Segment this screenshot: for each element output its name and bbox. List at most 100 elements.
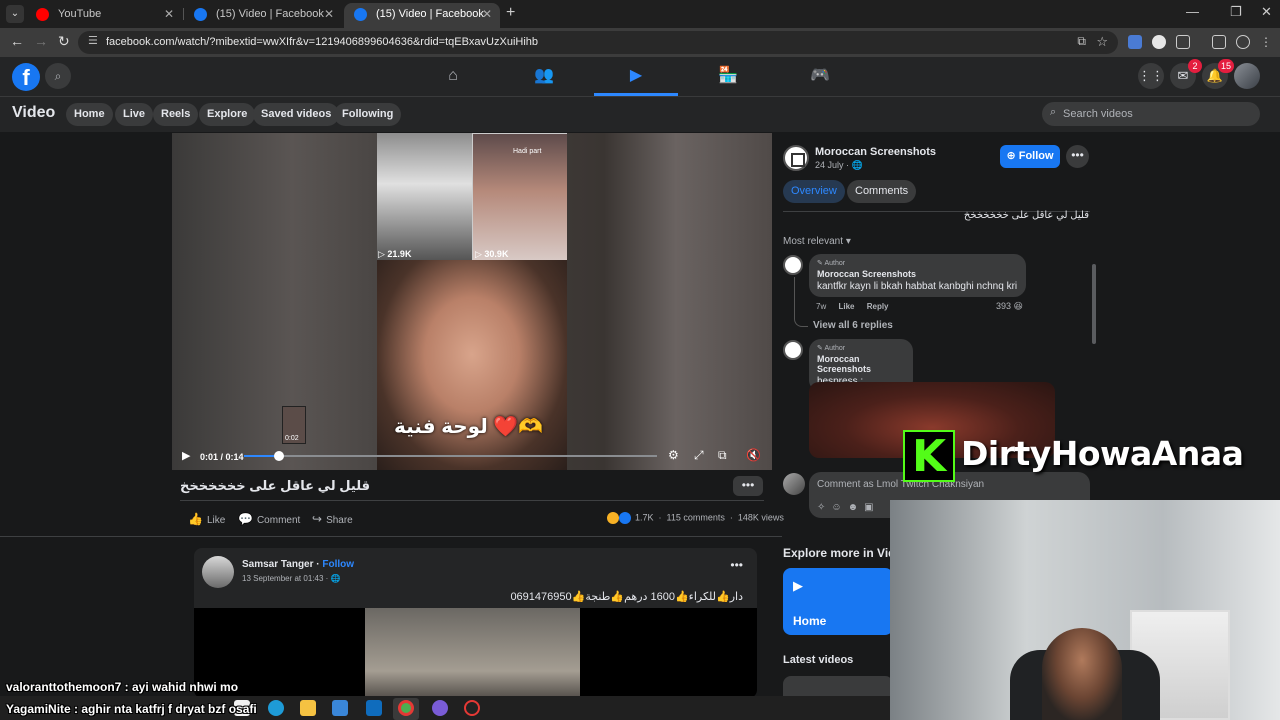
- chrome-icon[interactable]: [398, 700, 414, 716]
- forward-icon[interactable]: →: [34, 33, 48, 49]
- mute-icon[interactable]: 🔇: [746, 448, 761, 462]
- comment-like-button[interactable]: Like: [838, 302, 854, 311]
- close-tab-icon[interactable]: ✕: [482, 3, 492, 25]
- new-tab-button[interactable]: +: [506, 4, 515, 22]
- page-more-button[interactable]: •••: [1066, 145, 1089, 168]
- comment-author[interactable]: Moroccan Screenshots: [817, 354, 905, 374]
- minimize-icon[interactable]: —: [1186, 4, 1199, 19]
- app-icon[interactable]: [432, 700, 448, 716]
- site-info-icon[interactable]: ☰: [88, 34, 98, 47]
- edge-icon[interactable]: [268, 700, 284, 716]
- page-name[interactable]: Moroccan Screenshots: [815, 146, 936, 158]
- view-replies-link[interactable]: View all 6 replies: [813, 320, 893, 331]
- picture-in-picture-icon[interactable]: ⧉: [718, 448, 727, 463]
- bookmark-star-icon[interactable]: ☆: [1096, 34, 1108, 50]
- follow-button[interactable]: ⊕ Follow: [1000, 145, 1060, 168]
- close-window-icon[interactable]: ✕: [1261, 4, 1272, 20]
- back-icon[interactable]: ←: [10, 33, 24, 49]
- close-tab-icon[interactable]: ✕: [324, 3, 334, 25]
- file-explorer-icon[interactable]: [300, 700, 316, 716]
- restore-icon[interactable]: ❐: [1230, 4, 1242, 20]
- facebook-header: f ⌕ ⌂ 👥 ▶ 🏪 🎮 ⋮⋮ ✉ 2 🔔 15: [0, 57, 1280, 97]
- tile-views-2: ▷ 30.9K: [475, 249, 509, 259]
- post-avatar[interactable]: [202, 556, 234, 588]
- video-icon[interactable]: ▶: [594, 57, 678, 96]
- like-button[interactable]: 👍 Like: [188, 512, 225, 526]
- views-count: 148K views: [737, 512, 784, 523]
- reply-thread-line: [794, 277, 808, 327]
- obs-icon[interactable]: [464, 700, 480, 716]
- search-icon[interactable]: ⌕: [45, 63, 71, 89]
- webcam-overlay: [890, 500, 1280, 720]
- profile-icon[interactable]: [1236, 35, 1250, 49]
- extension-icon[interactable]: [1152, 35, 1166, 49]
- gaming-icon[interactable]: 🎮: [778, 57, 862, 96]
- explore-home-card[interactable]: ▶ Home: [783, 568, 893, 635]
- pill-saved-videos[interactable]: Saved videos: [253, 103, 340, 126]
- author-badge: ✎ Author: [817, 260, 846, 267]
- friends-icon[interactable]: 👥: [502, 57, 586, 96]
- browser-menu-icon[interactable]: ⋮: [1260, 35, 1274, 49]
- outlook-icon[interactable]: [366, 700, 382, 716]
- pill-home[interactable]: Home: [66, 103, 113, 126]
- messenger-icon[interactable]: ✉ 2: [1170, 59, 1202, 89]
- browser-tab-youtube[interactable]: YouTube ✕: [26, 3, 182, 28]
- pill-following[interactable]: Following: [334, 103, 402, 126]
- comments-count[interactable]: 115 comments: [667, 512, 725, 522]
- comment-avatar[interactable]: [783, 255, 803, 275]
- latest-video-thumb[interactable]: [783, 676, 893, 696]
- search-videos-input[interactable]: ⌕ Search videos: [1042, 102, 1260, 126]
- fullscreen-icon[interactable]: ⤢: [694, 448, 704, 463]
- chat-message: valoranttothemoon7 : ayi wahid nhwi mo: [6, 680, 239, 694]
- reload-icon[interactable]: ↻: [58, 33, 70, 50]
- post-author[interactable]: Samsar Tanger · Follow: [242, 559, 354, 570]
- progress-bar[interactable]: [244, 451, 657, 461]
- browser-tab-facebook[interactable]: (15) Video | Facebook ✕: [184, 3, 342, 28]
- messenger-badge: 2: [1188, 59, 1202, 73]
- extensions-puzzle-icon[interactable]: [1176, 35, 1190, 49]
- store-icon[interactable]: [332, 700, 348, 716]
- video-more-button[interactable]: •••: [733, 476, 763, 496]
- comment-author[interactable]: Moroccan Screenshots: [817, 269, 1018, 279]
- globe-icon: 🌐: [851, 160, 863, 170]
- post-video[interactable]: [194, 608, 757, 698]
- video-player[interactable]: Hadi part ▷ 21.9K ▷ 30.9K لوحة فنية ❤️🫶 …: [172, 133, 772, 470]
- pill-reels[interactable]: Reels: [153, 103, 199, 126]
- search-icon: ⌕: [1050, 106, 1057, 118]
- sort-dropdown[interactable]: Most relevant ▾: [783, 236, 851, 247]
- reactions-count[interactable]: 1.7K: [635, 512, 654, 522]
- tab-overview[interactable]: Overview: [783, 180, 845, 203]
- share-button[interactable]: ↪ Share: [312, 512, 353, 526]
- menu-grid-icon[interactable]: ⋮⋮: [1138, 63, 1164, 89]
- play-icon[interactable]: ▶: [182, 449, 190, 462]
- pill-explore[interactable]: Explore: [199, 103, 256, 126]
- comments-scrollbar[interactable]: [1092, 264, 1096, 344]
- progress-knob[interactable]: [274, 451, 285, 461]
- comment-button[interactable]: 💬 Comment: [238, 512, 300, 526]
- close-tab-icon[interactable]: ✕: [164, 3, 174, 25]
- tab-search-button[interactable]: ⌄: [6, 5, 24, 23]
- translate-extension-icon[interactable]: [1128, 35, 1142, 49]
- account-avatar[interactable]: [1234, 63, 1260, 89]
- browser-tab-facebook-active[interactable]: (15) Video | Facebook ✕: [344, 3, 500, 28]
- post-more-button[interactable]: •••: [730, 558, 743, 572]
- home-icon[interactable]: ⌂: [411, 57, 495, 96]
- globe-icon: 🌐: [330, 574, 341, 583]
- reading-list-icon[interactable]: [1212, 35, 1226, 49]
- post-follow-link[interactable]: Follow: [322, 559, 354, 570]
- settings-icon[interactable]: ⚙: [668, 448, 679, 462]
- tab-comments[interactable]: Comments: [847, 180, 917, 203]
- comment-avatar[interactable]: [783, 340, 803, 360]
- facebook-icon: [354, 8, 367, 21]
- facebook-logo[interactable]: f: [12, 63, 40, 91]
- comment-bubble: ✎ Author Moroccan Screenshots kantfkr ka…: [809, 254, 1026, 297]
- marketplace-icon[interactable]: 🏪: [686, 57, 770, 96]
- address-bar[interactable]: ☰ facebook.com/watch/?mibextid=wwXIfr&v=…: [78, 31, 1118, 54]
- comment-tools-icons[interactable]: ✧☺☻▣: [817, 502, 880, 513]
- pill-live[interactable]: Live: [115, 103, 154, 126]
- install-app-icon[interactable]: ⧉: [1077, 34, 1086, 49]
- notifications-icon[interactable]: 🔔 15: [1202, 59, 1234, 89]
- comment-reactions[interactable]: 393 😆: [996, 301, 1023, 312]
- comment-reply-button[interactable]: Reply: [867, 302, 889, 311]
- page-avatar[interactable]: [783, 145, 809, 171]
